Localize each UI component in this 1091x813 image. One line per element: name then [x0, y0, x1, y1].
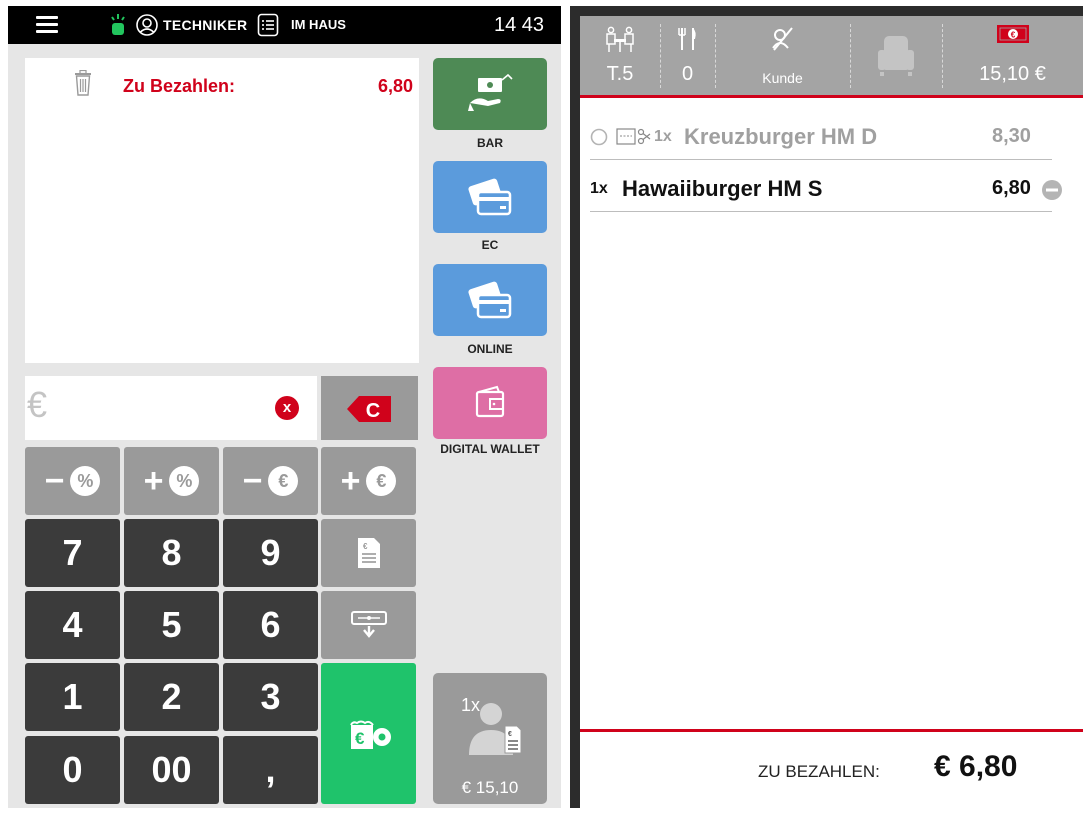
- minus-euro-button[interactable]: − €: [223, 447, 318, 515]
- table-cell[interactable]: T.5: [580, 16, 660, 95]
- ec-card-label: EC: [481, 238, 499, 252]
- key-5[interactable]: 5: [124, 591, 219, 659]
- order-header: T.5 0 Kunde € 15,10 €: [580, 16, 1083, 98]
- user-name[interactable]: TECHNIKER: [163, 17, 247, 33]
- digital-wallet-label: DIGITAL WALLET: [440, 442, 540, 456]
- order-total: 15,10 €: [979, 63, 1046, 85]
- payment-panel: TECHNIKER IM HAUS 14 43 Zu Bezahlen: 6,8…: [8, 6, 561, 808]
- table-icon: [606, 26, 634, 52]
- amount-placeholder: €: [27, 384, 48, 425]
- order-line-kreuzburger[interactable]: 1x Kreuzburger HM D 8,30: [590, 114, 1052, 160]
- receipt-button[interactable]: €: [321, 519, 416, 587]
- guest-count: 0: [681, 63, 694, 85]
- key-7[interactable]: 7: [25, 519, 120, 587]
- table-number: T.5: [606, 63, 634, 85]
- key-0[interactable]: 0: [25, 736, 120, 804]
- cash-drawer-button[interactable]: [321, 591, 416, 659]
- due-footer-total: € 6,80: [934, 750, 1018, 783]
- clock: 14 43: [494, 14, 545, 36]
- key-3[interactable]: 3: [223, 663, 318, 731]
- due-footer-label: ZU BEZAHLEN:: [758, 762, 880, 781]
- cash-drawer-icon: [350, 611, 387, 638]
- credit-card-icon: [468, 178, 512, 216]
- key-6[interactable]: 6: [223, 591, 318, 659]
- key-00[interactable]: 00: [124, 736, 219, 804]
- pay-button[interactable]: €: [321, 663, 416, 804]
- plus-percent-button[interactable]: +%: [124, 447, 219, 515]
- split-scissors-icon: [616, 128, 651, 145]
- order-panel: T.5 0 Kunde € 15,10 € 1x Kreuzburger HM …: [580, 16, 1083, 808]
- due-label: Zu Bezahlen:: [123, 76, 236, 96]
- seat-cell[interactable]: [850, 16, 942, 95]
- siren-icon: [111, 14, 125, 35]
- split-bill-button[interactable]: 1x € € 15,10: [433, 673, 547, 804]
- line-price: 8,30: [992, 125, 1031, 147]
- trash-icon[interactable]: [73, 70, 93, 96]
- key-8[interactable]: 8: [124, 519, 219, 587]
- pay-receipt-icon: €: [350, 720, 391, 749]
- line-name: Kreuzburger HM D: [684, 124, 878, 149]
- receipt-icon: €: [357, 538, 380, 568]
- plus-euro-button[interactable]: + €: [321, 447, 416, 515]
- order-mode-label[interactable]: IM HAUS: [291, 17, 346, 32]
- armchair-icon: [878, 36, 914, 76]
- svg-text:C: C: [366, 400, 380, 422]
- radio-unchecked-icon[interactable]: [590, 128, 608, 146]
- payment-list: Zu Bezahlen: 6,80: [25, 58, 419, 363]
- order-panel-frame: T.5 0 Kunde € 15,10 € 1x Kreuzburger HM …: [570, 6, 1083, 808]
- guests-cell[interactable]: 0: [660, 16, 715, 95]
- line-qty: 1x: [654, 128, 672, 145]
- line-qty: 1x: [590, 180, 608, 197]
- split-total: € 15,10: [461, 778, 519, 797]
- svg-text:€: €: [363, 542, 368, 551]
- user-icon: [136, 14, 158, 36]
- customer-label: Kunde: [762, 70, 803, 86]
- customer-cell[interactable]: Kunde: [715, 16, 850, 95]
- cash-label: BAR: [477, 136, 503, 150]
- order-line-hawaiiburger[interactable]: 1x Hawaiiburger HM S 6,80: [590, 166, 1062, 212]
- svg-text:€: €: [355, 729, 365, 748]
- credit-card-icon: [468, 281, 512, 319]
- cutlery-icon: [677, 28, 696, 50]
- key-9[interactable]: 9: [223, 519, 318, 587]
- online-payment-button[interactable]: [433, 264, 547, 336]
- cash-button[interactable]: [433, 58, 547, 130]
- backspace-icon: C: [347, 396, 391, 422]
- order-footer: ZU BEZAHLEN: € 6,80: [580, 729, 1083, 808]
- minus-percent-button[interactable]: −%: [25, 447, 120, 515]
- banknote-icon: €: [996, 25, 1029, 43]
- cash-icon: [468, 73, 513, 111]
- digital-wallet-button[interactable]: [433, 367, 547, 439]
- hamburger-menu-icon[interactable]: [36, 16, 58, 34]
- amount-input[interactable]: € x: [25, 376, 317, 440]
- clear-input-button[interactable]: x: [275, 396, 299, 420]
- top-bar: TECHNIKER IM HAUS 14 43: [8, 6, 561, 44]
- remove-item-icon[interactable]: [1041, 179, 1063, 201]
- ec-card-button[interactable]: [433, 161, 547, 233]
- no-customer-icon: [771, 27, 793, 51]
- key-4[interactable]: 4: [25, 591, 120, 659]
- line-name: Hawaiiburger HM S: [622, 176, 823, 201]
- order-mode-icon: [257, 13, 279, 37]
- svg-text:€: €: [1010, 31, 1015, 40]
- key-comma[interactable]: ,: [223, 736, 318, 804]
- due-value: 6,80: [377, 76, 413, 96]
- total-cell[interactable]: € 15,10 €: [942, 16, 1083, 95]
- line-price: 6,80: [992, 177, 1031, 199]
- backspace-button[interactable]: C: [321, 376, 418, 440]
- svg-text:€: €: [508, 731, 512, 738]
- key-2[interactable]: 2: [124, 663, 219, 731]
- key-1[interactable]: 1: [25, 663, 120, 731]
- wallet-icon: [475, 385, 505, 418]
- online-payment-label: ONLINE: [467, 342, 513, 356]
